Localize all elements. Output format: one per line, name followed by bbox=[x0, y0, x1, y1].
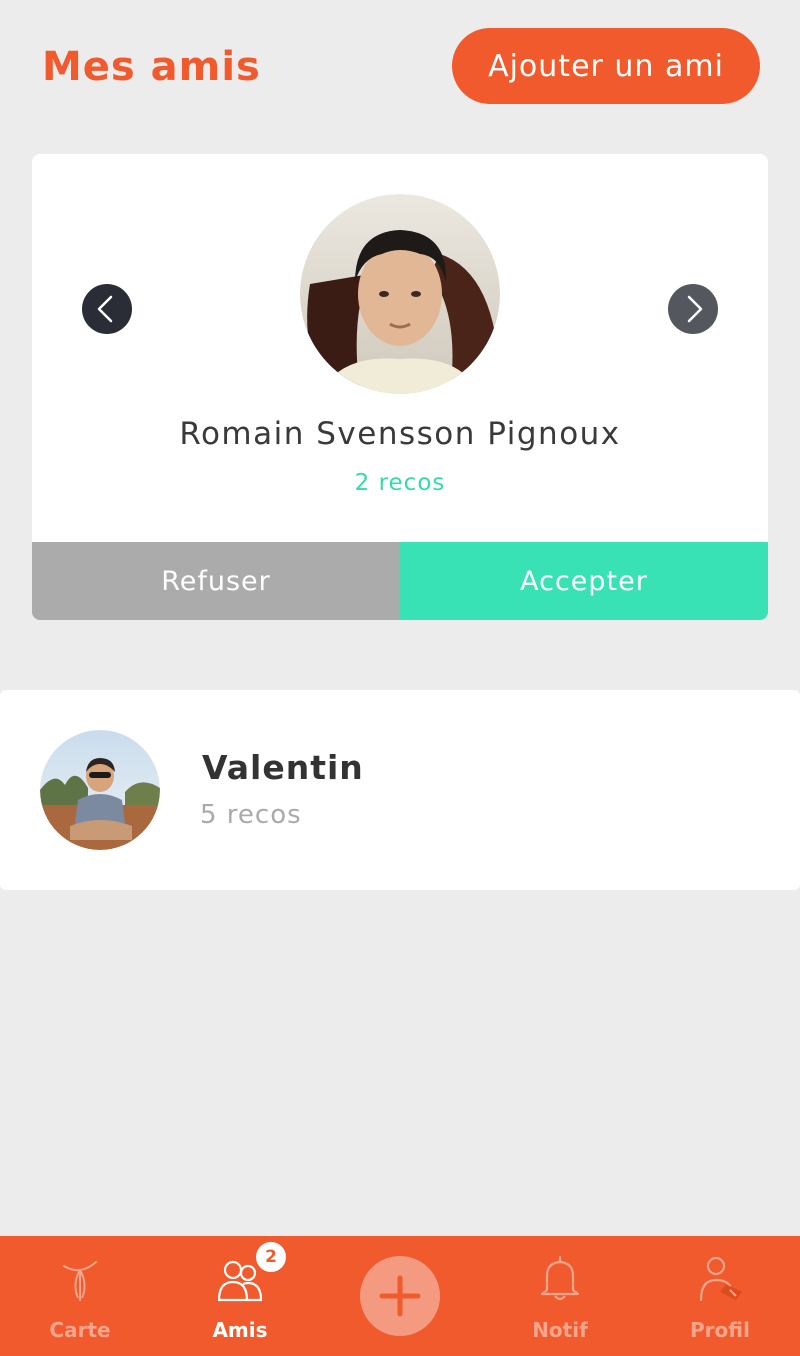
friend-list-item[interactable]: Valentin 5 recos bbox=[0, 690, 800, 890]
request-name: Romain Svensson Pignoux bbox=[179, 416, 621, 452]
friend-avatar bbox=[40, 730, 160, 850]
request-avatar bbox=[300, 194, 500, 394]
tab-label: Amis bbox=[212, 1318, 268, 1342]
friend-recos-count: 5 recos bbox=[200, 800, 302, 830]
map-pin-icon bbox=[63, 1261, 97, 1301]
tab-profil[interactable]: Profil bbox=[640, 1236, 800, 1356]
profile-edit-icon bbox=[699, 1256, 742, 1302]
chevron-right-icon bbox=[687, 295, 703, 323]
page-title: Mes amis bbox=[42, 44, 261, 90]
friend-request-card: Romain Svensson Pignoux 2 recos Refuser … bbox=[32, 154, 768, 620]
tab-notif[interactable]: Notif bbox=[480, 1236, 640, 1356]
next-request-button[interactable] bbox=[668, 284, 718, 334]
request-actions: Refuser Accepter bbox=[32, 542, 768, 620]
bell-icon bbox=[540, 1255, 580, 1301]
tab-label: Notif bbox=[532, 1318, 588, 1342]
plus-icon bbox=[379, 1275, 421, 1317]
accept-button[interactable]: Accepter bbox=[400, 542, 768, 620]
chevron-left-icon bbox=[97, 295, 113, 323]
refuse-button[interactable]: Refuser bbox=[32, 542, 400, 620]
tab-label: Carte bbox=[49, 1318, 111, 1342]
tab-carte[interactable]: Carte bbox=[0, 1236, 160, 1356]
friend-name: Valentin bbox=[202, 748, 364, 787]
friends-badge: 2 bbox=[256, 1242, 286, 1272]
tab-bar: Carte Amis 2 Notif Profil bbox=[0, 1236, 800, 1356]
add-button[interactable] bbox=[360, 1256, 440, 1336]
tab-amis[interactable]: Amis bbox=[160, 1236, 320, 1356]
request-recos-count: 2 recos bbox=[354, 470, 446, 496]
tab-label: Profil bbox=[690, 1318, 750, 1342]
previous-request-button[interactable] bbox=[82, 284, 132, 334]
add-friend-button[interactable]: Ajouter un ami bbox=[452, 28, 760, 104]
